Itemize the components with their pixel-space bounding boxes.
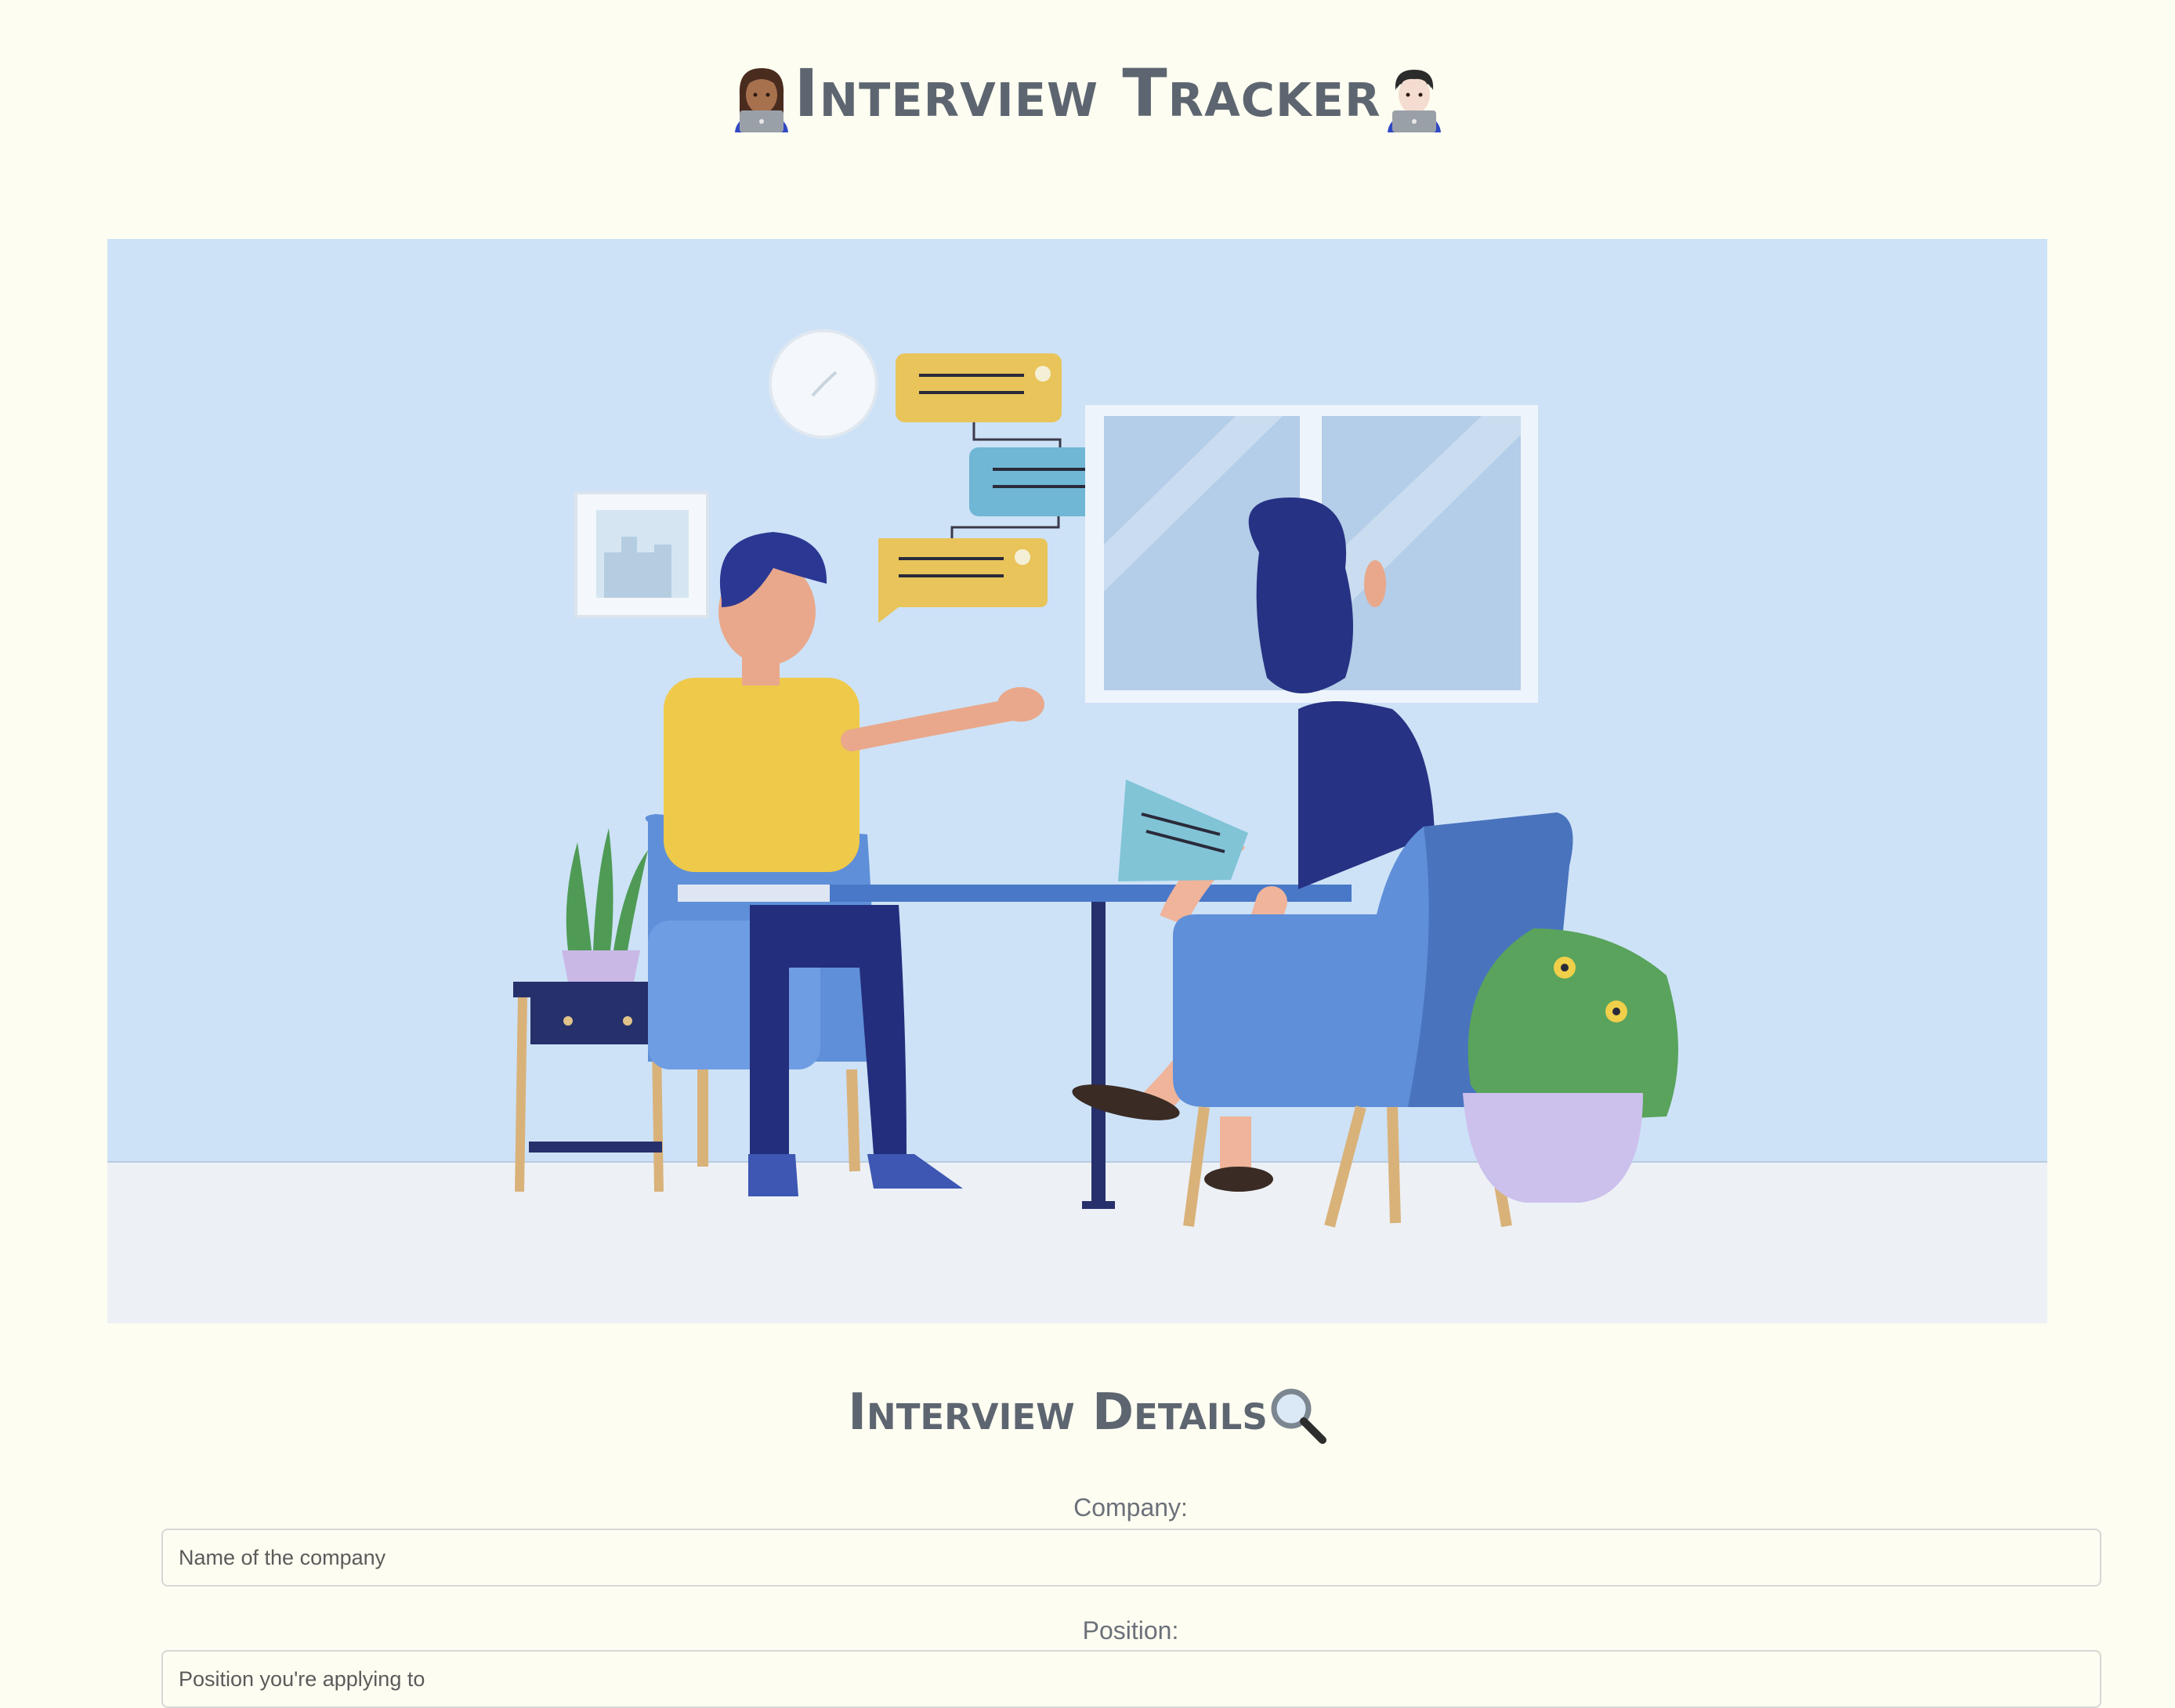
company-input[interactable] <box>161 1529 2101 1587</box>
position-input[interactable] <box>161 1650 2101 1708</box>
page-title: Interview Tracker <box>0 55 2175 133</box>
hero-illustration <box>107 239 2047 1323</box>
picture-frame <box>574 491 709 618</box>
position-label: Position: <box>1082 1616 1179 1645</box>
clock-icon <box>769 329 878 439</box>
magnifying-glass-icon <box>1271 1388 1326 1445</box>
section-title: Interview Details <box>0 1384 2175 1445</box>
company-label: Company: <box>1073 1493 1188 1522</box>
woman-technologist-icon <box>734 68 788 133</box>
section-title-text: Interview Details <box>848 1384 1268 1442</box>
page-title-text: Interview Tracker <box>794 55 1381 132</box>
man-technologist-icon <box>1387 70 1441 133</box>
